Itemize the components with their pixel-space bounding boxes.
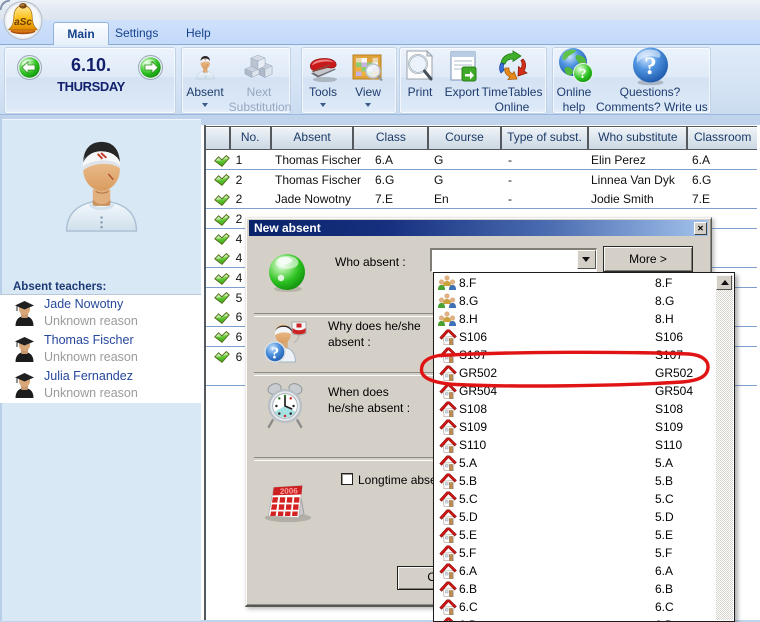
svg-text:aSc: aSc <box>14 17 32 28</box>
svg-text:?: ? <box>271 344 280 363</box>
svg-text:?: ? <box>644 53 657 80</box>
svg-text:2006: 2006 <box>280 486 299 496</box>
svg-text:?: ? <box>580 67 587 82</box>
